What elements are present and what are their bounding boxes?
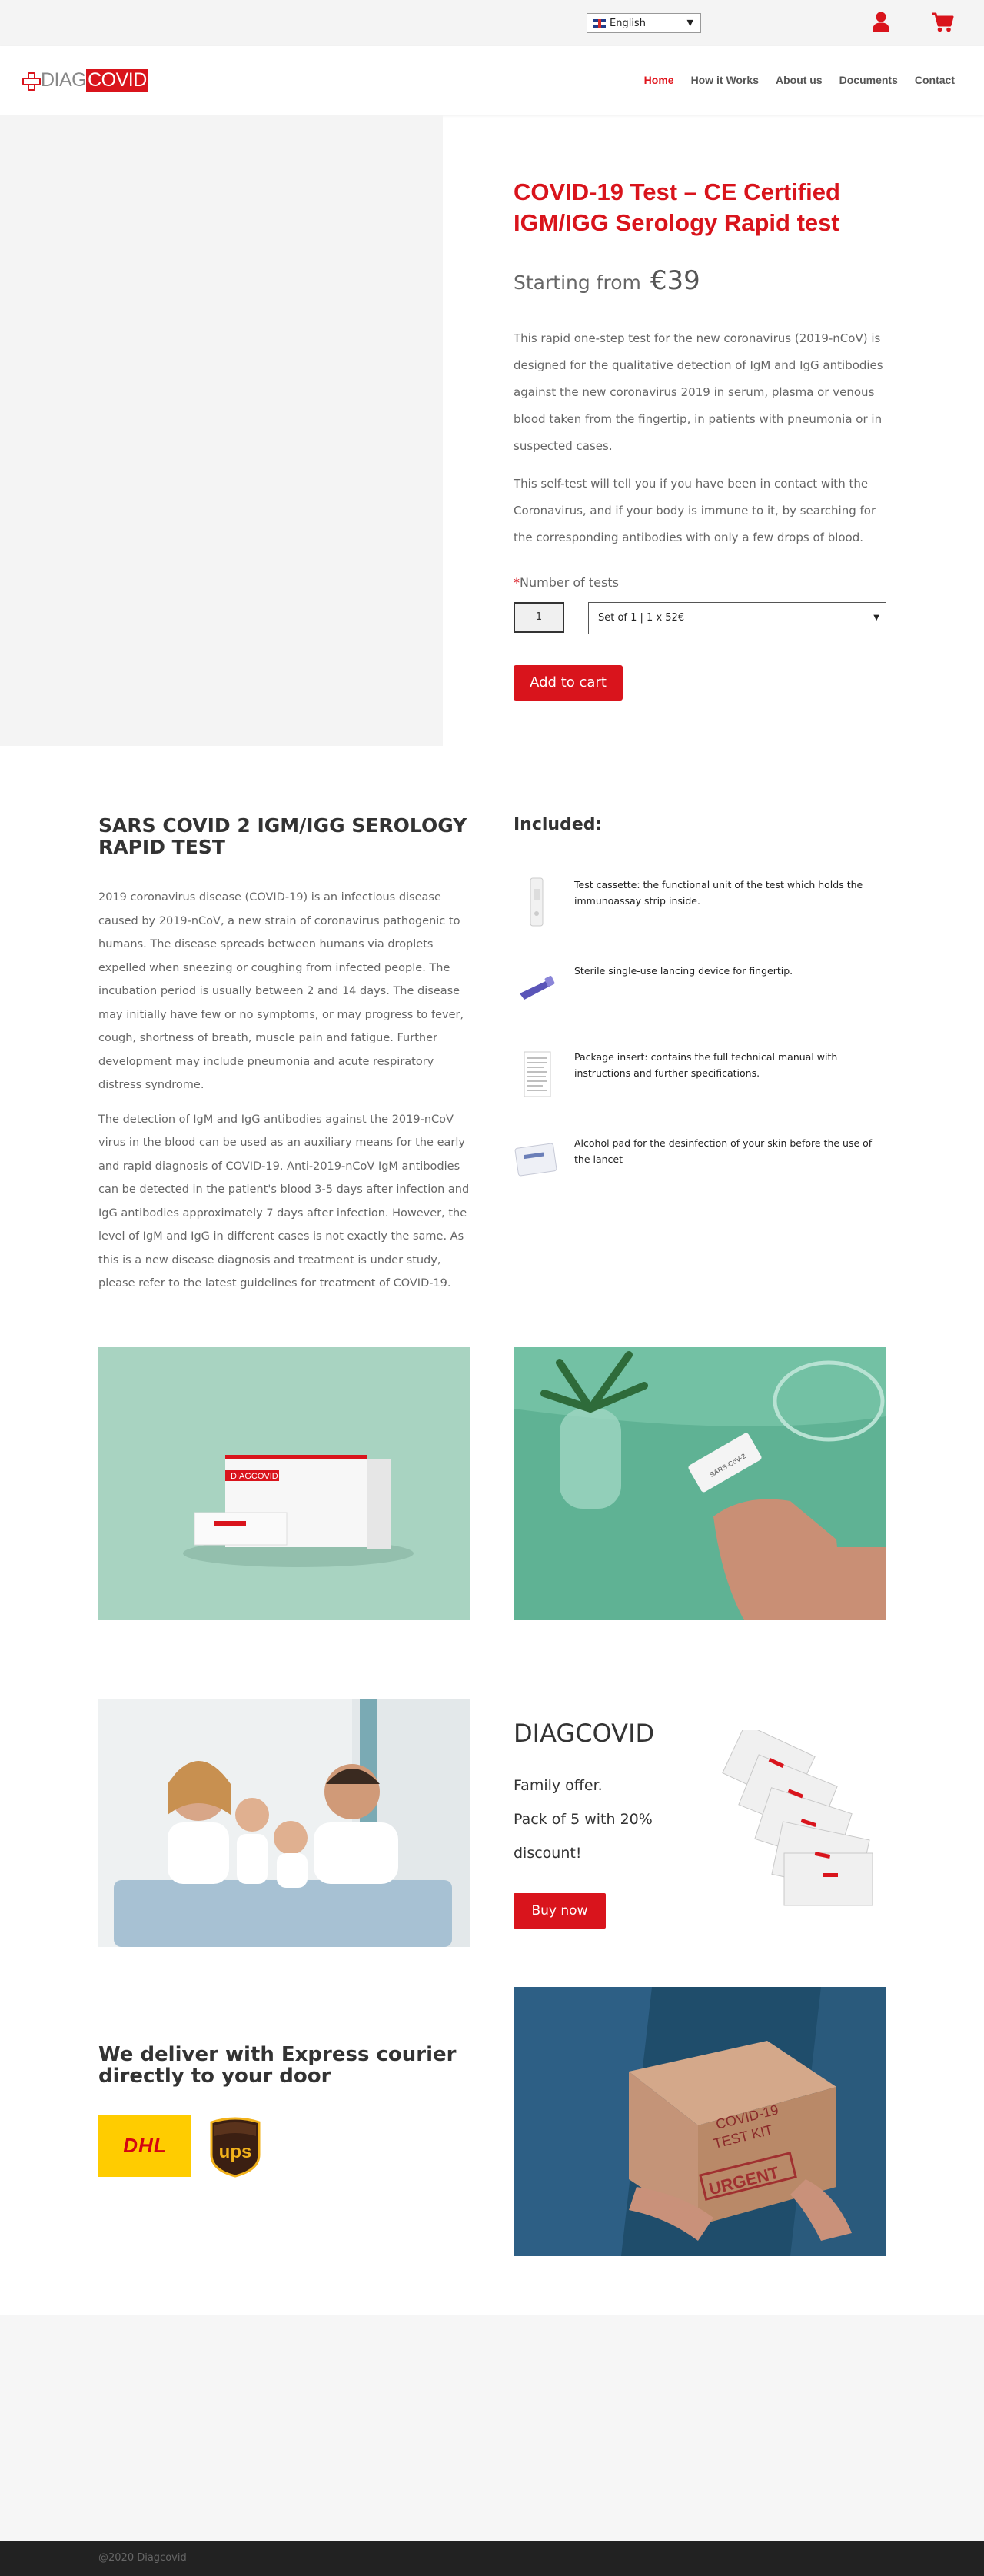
dhl-logo: DHL (98, 2115, 191, 2177)
offer-line: Family offer. (514, 1777, 603, 1794)
included-title: Included: (514, 815, 603, 834)
medical-cross-icon (22, 72, 41, 91)
add-to-cart-button[interactable]: Add to cart (514, 665, 623, 701)
logo-text-covid: COVID (86, 68, 148, 92)
nav-how-it-works[interactable]: How it Works (691, 74, 759, 86)
lancet-image (520, 976, 555, 1000)
nav-home[interactable]: Home (644, 74, 674, 86)
footer-widget-area (0, 2315, 984, 2541)
offer-text: Family offer. Pack of 5 with 20% discoun… (514, 1769, 667, 1870)
product-price: Starting from €39 (514, 265, 700, 296)
shopping-cart-icon[interactable] (931, 12, 954, 33)
hand-holding-test-illustration: SARS-CoV-2 (514, 1347, 886, 1620)
select-arrow-icon: ▼ (873, 614, 879, 622)
uk-flag-icon (593, 18, 606, 28)
required-marker: * (514, 575, 520, 590)
language-selector[interactable]: English ▼ (587, 13, 701, 33)
family-photo (98, 1699, 470, 1947)
footer-bar: @2020 Diagcovid (0, 2541, 984, 2576)
offer-line: discount! (514, 1845, 582, 1862)
ups-logo-text: ups (219, 2142, 252, 2162)
product-image-area (0, 115, 443, 746)
price-amount: €39 (650, 265, 700, 296)
test-cassette-image (530, 877, 544, 927)
box-brand-text: DIAGCOVID (231, 1472, 278, 1481)
ups-logo: ups (210, 2117, 261, 2178)
included-item: Test cassette: the functional unit of th… (514, 877, 898, 938)
quantity-label: *Number of tests (514, 575, 619, 590)
info-title: SARS COVID 2 IGM/IGG SEROLOGY RAPID TEST (98, 814, 467, 858)
site-header: DIAG COVID Home How it Works About us Do… (0, 46, 984, 115)
included-item: Sterile single-use lancing device for fi… (514, 963, 898, 1024)
product-box-illustration: DIAGCOVID (183, 1455, 414, 1567)
courier-illustration: COVID-19 TEST KIT URGENT (514, 1987, 886, 2256)
product-description-paragraph: This self-test will tell you if you have… (514, 477, 876, 544)
courier-delivery-photo: COVID-19 TEST KIT URGENT (514, 1987, 886, 2256)
nav-contact[interactable]: Contact (915, 74, 955, 86)
set-select[interactable]: Set of 1 | 1 x 52€ ▼ (588, 602, 886, 634)
info-paragraph: 2019 coronavirus disease (COVID-19) is a… (98, 891, 464, 1091)
product-description: This rapid one-step test for the new cor… (514, 325, 890, 562)
included-item: Package insert: contains the full techni… (514, 1049, 898, 1110)
dropdown-arrow-icon: ▼ (686, 18, 693, 28)
logo-text-diag: DIAG (41, 68, 87, 91)
site-logo[interactable]: DIAG COVID (22, 68, 148, 92)
dhl-logo-text: DHL (123, 2134, 167, 2157)
nav-about-us[interactable]: About us (776, 74, 823, 86)
info-text: 2019 coronavirus disease (COVID-19) is a… (98, 886, 470, 1306)
package-insert-image (524, 1051, 551, 1097)
included-item-text: Alcohol pad for the desinfection of your… (574, 1137, 873, 1165)
family-illustration (98, 1699, 470, 1947)
included-item-text: Package insert: contains the full techni… (574, 1051, 838, 1079)
set-select-value: Set of 1 | 1 x 52€ (598, 612, 685, 624)
quantity-label-text: Number of tests (520, 575, 619, 590)
product-description-paragraph: This rapid one-step test for the new cor… (514, 331, 883, 453)
included-item-text: Sterile single-use lancing device for fi… (574, 965, 793, 977)
buy-now-button[interactable]: Buy now (514, 1893, 606, 1929)
hand-holding-test-photo: SARS-CoV-2 (514, 1347, 886, 1620)
included-item: Alcohol pad for the desinfection of your… (514, 1135, 898, 1196)
offer-title: DIAGCOVID (514, 1719, 655, 1748)
product-title: COVID-19 Test – CE Certified IGM/IGG Ser… (514, 178, 840, 236)
main-nav: Home How it Works About us Documents Con… (627, 74, 955, 86)
nav-documents[interactable]: Documents (839, 74, 898, 86)
offer-line: Pack of 5 with 20% (514, 1811, 653, 1828)
copyright-text: @2020 Diagcovid (98, 2552, 187, 2564)
included-item-text: Test cassette: the functional unit of th… (574, 879, 863, 907)
quantity-input[interactable]: 1 (514, 602, 564, 633)
delivery-title: We deliver with Express courier directly… (98, 2043, 457, 2088)
user-account-icon[interactable] (871, 11, 891, 32)
info-paragraph: The detection of IgM and IgG antibodies … (98, 1113, 470, 1290)
price-prefix: Starting from (514, 271, 641, 294)
product-box-photo: DIAGCOVID (98, 1347, 470, 1620)
top-bar: English ▼ (0, 0, 984, 46)
language-label: English (610, 17, 646, 29)
test-pack-image (722, 1730, 873, 1906)
alcohol-pad-image (514, 1143, 557, 1177)
